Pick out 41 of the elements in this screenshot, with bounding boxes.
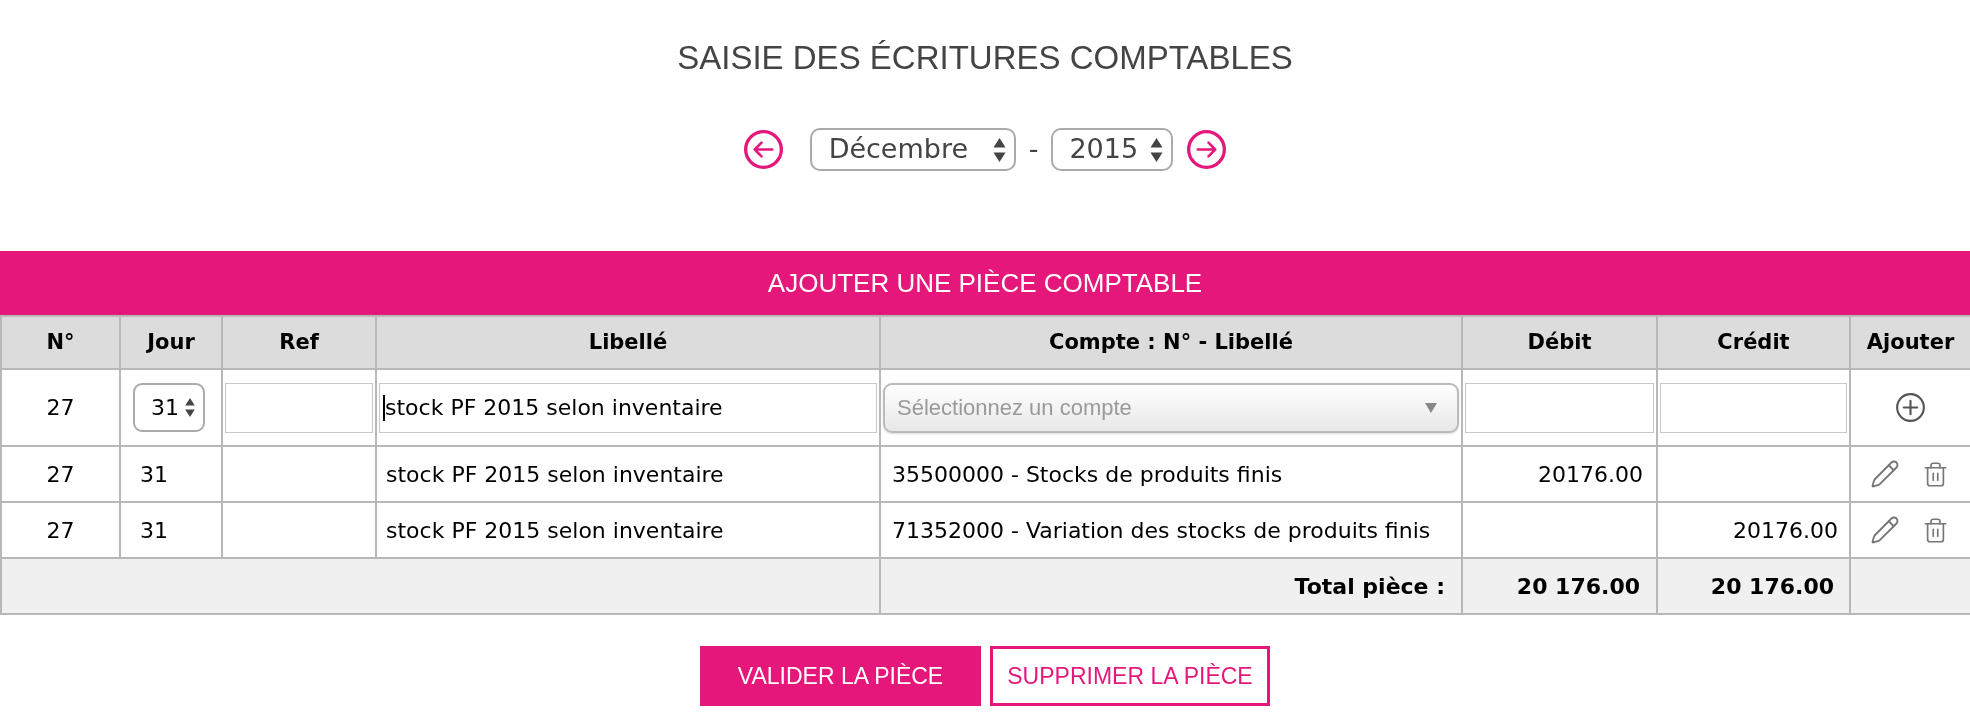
column-header: Libellé — [376, 316, 880, 369]
month-select[interactable]: Décembre — [809, 128, 1016, 171]
year-select[interactable]: 2015 — [1051, 128, 1174, 171]
debit-input[interactable] — [1465, 382, 1654, 433]
column-header: Jour — [120, 316, 222, 369]
column-header: Crédit — [1657, 316, 1850, 369]
pencil-icon[interactable] — [1870, 459, 1900, 489]
pencil-icon[interactable] — [1870, 515, 1900, 545]
table-cell: 31 — [120, 446, 222, 502]
page-title: SAISIE DES ÉCRITURES COMPTABLES — [677, 38, 1293, 78]
arrow-left-circle-icon[interactable] — [743, 130, 783, 169]
plus-circle-icon[interactable] — [1896, 393, 1925, 422]
ref-input[interactable] — [225, 382, 373, 433]
table-cell: 20 176.00 — [1462, 558, 1657, 614]
column-header: Ajouter — [1850, 316, 1970, 369]
arrow-right-circle-icon[interactable] — [1187, 130, 1227, 169]
account-placeholder: Sélectionnez un compte — [897, 394, 1132, 422]
validate-button[interactable]: VALIDER LA PIÈCE — [700, 646, 981, 706]
up-down-arrows-icon — [992, 137, 1006, 162]
column-header: Ref — [222, 316, 376, 369]
table-cell: 20 176.00 — [1657, 558, 1850, 614]
day-select[interactable]: 31 — [133, 383, 205, 432]
table-cell: Total pièce : — [880, 558, 1462, 614]
up-down-arrows-icon — [185, 398, 195, 417]
table-cell: stock PF 2015 selon inventaire — [376, 446, 880, 502]
table-cell: 20176.00 — [1462, 446, 1657, 502]
credit-input[interactable] — [1660, 382, 1847, 433]
trash-icon[interactable] — [1922, 459, 1949, 489]
label-input[interactable]: stock PF 2015 selon inventaire — [379, 382, 877, 433]
column-header: N° — [1, 316, 120, 369]
date-separator: - — [1028, 132, 1039, 167]
column-header: Compte : N° - Libellé — [880, 316, 1462, 369]
up-down-arrows-icon — [1150, 137, 1164, 162]
delete-button[interactable]: SUPPRIMER LA PIÈCE — [990, 646, 1270, 706]
panel-header: AJOUTER UNE PIÈCE COMPTABLE — [0, 251, 1970, 315]
trash-icon[interactable] — [1922, 515, 1949, 545]
table-cell: 35500000 - Stocks de produits finis — [880, 446, 1462, 502]
column-header: Débit — [1462, 316, 1657, 369]
table-cell: 27 — [1, 369, 120, 446]
dropdown-triangle-icon — [1425, 402, 1437, 413]
table-cell: 27 — [1, 446, 120, 502]
